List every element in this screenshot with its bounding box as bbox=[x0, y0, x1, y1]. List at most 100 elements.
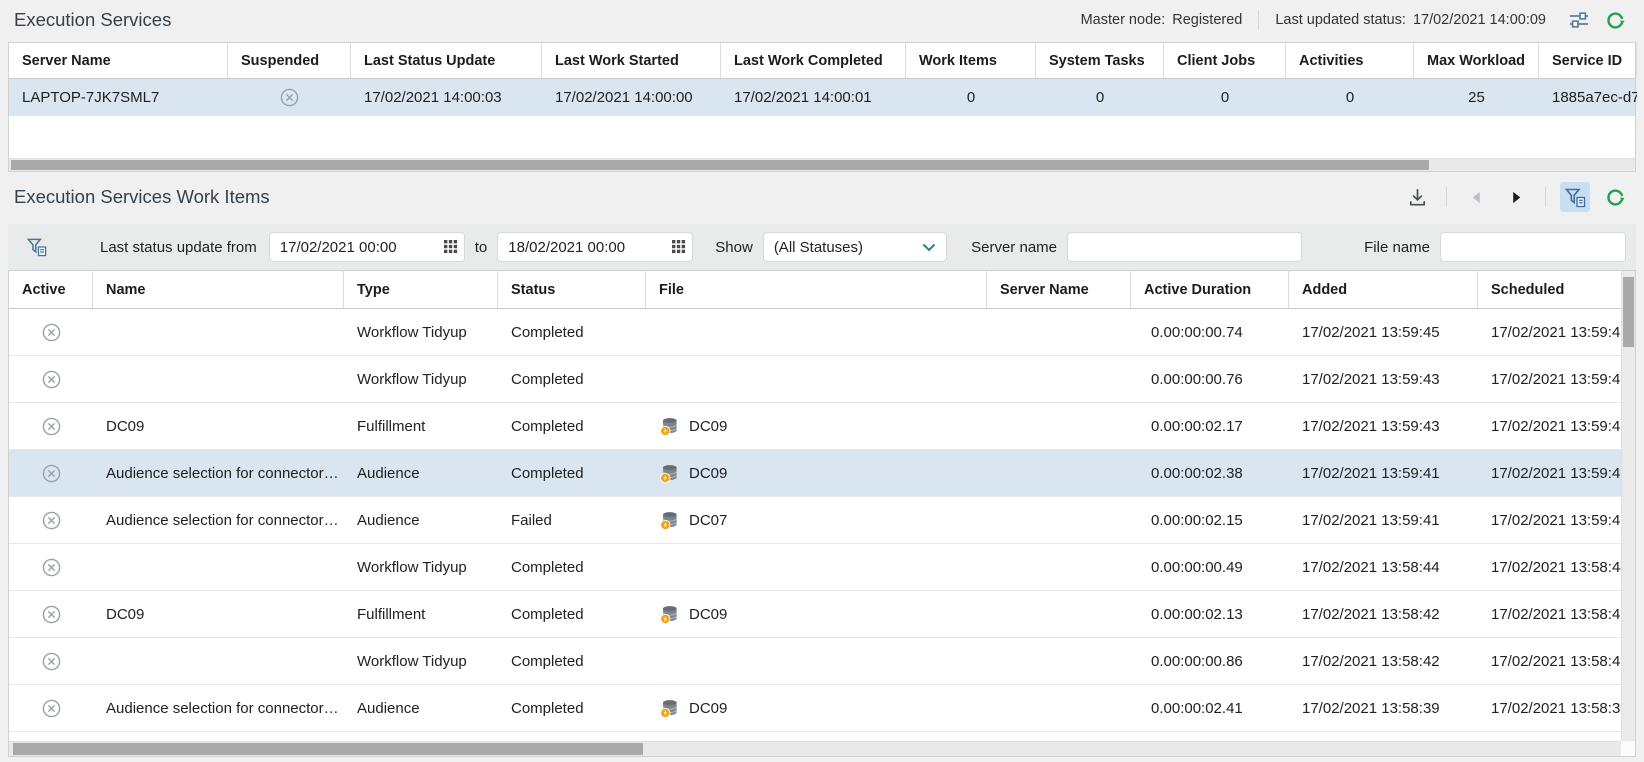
work-item-row[interactable]: Audience selection for connector…Audienc… bbox=[9, 685, 1635, 732]
cancel-circle-icon bbox=[42, 699, 61, 718]
last-updated-status: Last updated status: 17/02/2021 14:00:09 bbox=[1275, 12, 1546, 28]
refresh-icon[interactable] bbox=[1600, 182, 1630, 212]
work-item-row[interactable]: DC09FulfillmentCompleted DC090.00:00:02.… bbox=[9, 591, 1635, 638]
column-header-suspended[interactable]: Suspended bbox=[228, 43, 351, 78]
server-name-label: Server name bbox=[971, 239, 1057, 256]
server-name-input[interactable] bbox=[1067, 232, 1302, 262]
work-item-row[interactable]: Workflow TidyupCompleted0.00:00:00.8617/… bbox=[9, 638, 1635, 685]
status-select[interactable]: (All Statuses) bbox=[763, 232, 947, 262]
cell-file: DC09 bbox=[646, 403, 987, 449]
column-header-max-workload[interactable]: Max Workload bbox=[1414, 43, 1539, 78]
column-header-server-name[interactable]: Server Name bbox=[987, 271, 1131, 308]
download-icon[interactable] bbox=[1402, 182, 1432, 212]
work-item-row[interactable]: Audience selection for connector…Audienc… bbox=[9, 732, 1635, 741]
execution-services-header: Execution Services Master node: Register… bbox=[0, 0, 1644, 40]
horizontal-scrollbar[interactable] bbox=[9, 158, 1635, 171]
master-node-status: Master node: Registered bbox=[1081, 12, 1243, 28]
scrollbar-thumb[interactable] bbox=[1623, 277, 1634, 347]
cell-scheduled: 17/02/2021 13:58:42 bbox=[1478, 638, 1635, 684]
cell-active-icon bbox=[9, 450, 93, 496]
file-name-text: DC09 bbox=[689, 700, 727, 717]
file-name-input[interactable] bbox=[1440, 232, 1626, 262]
cell-added: 17/02/2021 13:58:39 bbox=[1289, 732, 1478, 741]
cell-suspended-icon bbox=[228, 79, 351, 116]
column-header-file[interactable]: File bbox=[646, 271, 987, 308]
cell-work-items: 0 bbox=[906, 79, 1036, 116]
cell-added: 17/02/2021 13:58:42 bbox=[1289, 591, 1478, 637]
master-node-label: Master node: bbox=[1081, 12, 1166, 28]
cell-file: DC07 bbox=[646, 497, 987, 543]
column-header-work-items[interactable]: Work Items bbox=[906, 43, 1036, 78]
column-header-status[interactable]: Status bbox=[498, 271, 646, 308]
cell-server-name bbox=[987, 732, 1131, 741]
execution-services-table-header: Server NameSuspendedLast Status UpdateLa… bbox=[9, 43, 1635, 79]
column-header-name[interactable]: Name bbox=[93, 271, 344, 308]
column-header-last-work-completed[interactable]: Last Work Completed bbox=[721, 43, 906, 78]
work-item-row[interactable]: DC09FulfillmentCompleted DC090.00:00:02.… bbox=[9, 403, 1635, 450]
column-header-scheduled[interactable]: Scheduled bbox=[1478, 271, 1636, 308]
date-from-input[interactable] bbox=[270, 239, 438, 256]
cell-status: Completed bbox=[498, 356, 646, 402]
cell-active-duration: 0.00:00:02.38 bbox=[1131, 450, 1289, 496]
refresh-icon[interactable] bbox=[1600, 5, 1630, 35]
settings-sliders-icon[interactable] bbox=[1564, 5, 1594, 35]
column-header-last-status-update[interactable]: Last Status Update bbox=[351, 43, 542, 78]
scrollbar-thumb[interactable] bbox=[11, 160, 1429, 170]
cell-server-name: LAPTOP-7JK7SML7 bbox=[9, 79, 228, 116]
cell-added: 17/02/2021 13:59:45 bbox=[1289, 309, 1478, 355]
vertical-scrollbar[interactable] bbox=[1621, 271, 1635, 741]
column-header-last-work-started[interactable]: Last Work Started bbox=[542, 43, 721, 78]
cancel-circle-icon bbox=[42, 417, 61, 436]
column-header-service-id[interactable]: Service ID bbox=[1539, 43, 1637, 78]
cell-type: Audience bbox=[344, 732, 498, 741]
work-items-filter-bar: Last status update from to Show (All Sta… bbox=[8, 224, 1636, 270]
divider bbox=[1545, 187, 1546, 207]
column-header-type[interactable]: Type bbox=[344, 271, 498, 308]
cell-status: Failed bbox=[498, 732, 646, 741]
calendar-picker-icon[interactable] bbox=[666, 233, 692, 261]
cell-file bbox=[646, 544, 987, 590]
column-header-active-duration[interactable]: Active Duration bbox=[1131, 271, 1289, 308]
work-item-row[interactable]: Audience selection for connector…Audienc… bbox=[9, 450, 1635, 497]
column-header-activities[interactable]: Activities bbox=[1286, 43, 1414, 78]
execution-services-table-body: LAPTOP-7JK7SML7 17/02/2021 14:00:0317/02… bbox=[9, 79, 1635, 116]
cell-type: Fulfillment bbox=[344, 591, 498, 637]
date-to-input[interactable] bbox=[498, 239, 666, 256]
scrollbar-thumb[interactable] bbox=[13, 743, 643, 755]
cell-status: Completed bbox=[498, 403, 646, 449]
column-header-server-name[interactable]: Server Name bbox=[9, 43, 228, 78]
cell-added: 17/02/2021 13:58:39 bbox=[1289, 685, 1478, 731]
cell-scheduled: 17/02/2021 13:58:39 bbox=[1478, 732, 1635, 741]
horizontal-scrollbar[interactable] bbox=[9, 741, 1621, 756]
calendar-picker-icon[interactable] bbox=[438, 233, 464, 261]
cell-active-duration: 0.00:00:02.17 bbox=[1131, 403, 1289, 449]
scrollbar-corner bbox=[1621, 741, 1635, 756]
next-page-icon[interactable] bbox=[1501, 182, 1531, 212]
cell-last-status-update: 17/02/2021 14:00:03 bbox=[351, 79, 542, 116]
cell-server-name bbox=[987, 403, 1131, 449]
cancel-circle-icon bbox=[280, 88, 299, 107]
cell-active-duration: 0.00:00:02.15 bbox=[1131, 497, 1289, 543]
cell-active-icon bbox=[9, 591, 93, 637]
file-name-label: File name bbox=[1364, 239, 1430, 256]
column-header-active[interactable]: Active bbox=[9, 271, 93, 308]
cell-type: Audience bbox=[344, 685, 498, 731]
master-node-value: Registered bbox=[1172, 12, 1242, 28]
cell-added: 17/02/2021 13:58:42 bbox=[1289, 638, 1478, 684]
cell-added: 17/02/2021 13:58:44 bbox=[1289, 544, 1478, 590]
filter-panel-icon[interactable] bbox=[1560, 182, 1590, 212]
column-header-added[interactable]: Added bbox=[1289, 271, 1478, 308]
cell-scheduled: 17/02/2021 13:58:44 bbox=[1478, 544, 1635, 590]
cell-file: DC07 bbox=[646, 732, 987, 741]
cell-added: 17/02/2021 13:59:43 bbox=[1289, 356, 1478, 402]
server-row[interactable]: LAPTOP-7JK7SML7 17/02/2021 14:00:0317/02… bbox=[9, 79, 1635, 116]
last-updated-label: Last updated status: bbox=[1275, 12, 1406, 28]
column-header-client-jobs[interactable]: Client Jobs bbox=[1164, 43, 1286, 78]
cancel-circle-icon bbox=[42, 605, 61, 624]
work-item-row[interactable]: Workflow TidyupCompleted0.00:00:00.7617/… bbox=[9, 356, 1635, 403]
previous-page-icon[interactable] bbox=[1461, 182, 1491, 212]
column-header-system-tasks[interactable]: System Tasks bbox=[1036, 43, 1164, 78]
work-item-row[interactable]: Workflow TidyupCompleted0.00:00:00.7417/… bbox=[9, 309, 1635, 356]
work-item-row[interactable]: Workflow TidyupCompleted0.00:00:00.4917/… bbox=[9, 544, 1635, 591]
work-item-row[interactable]: Audience selection for connector…Audienc… bbox=[9, 497, 1635, 544]
